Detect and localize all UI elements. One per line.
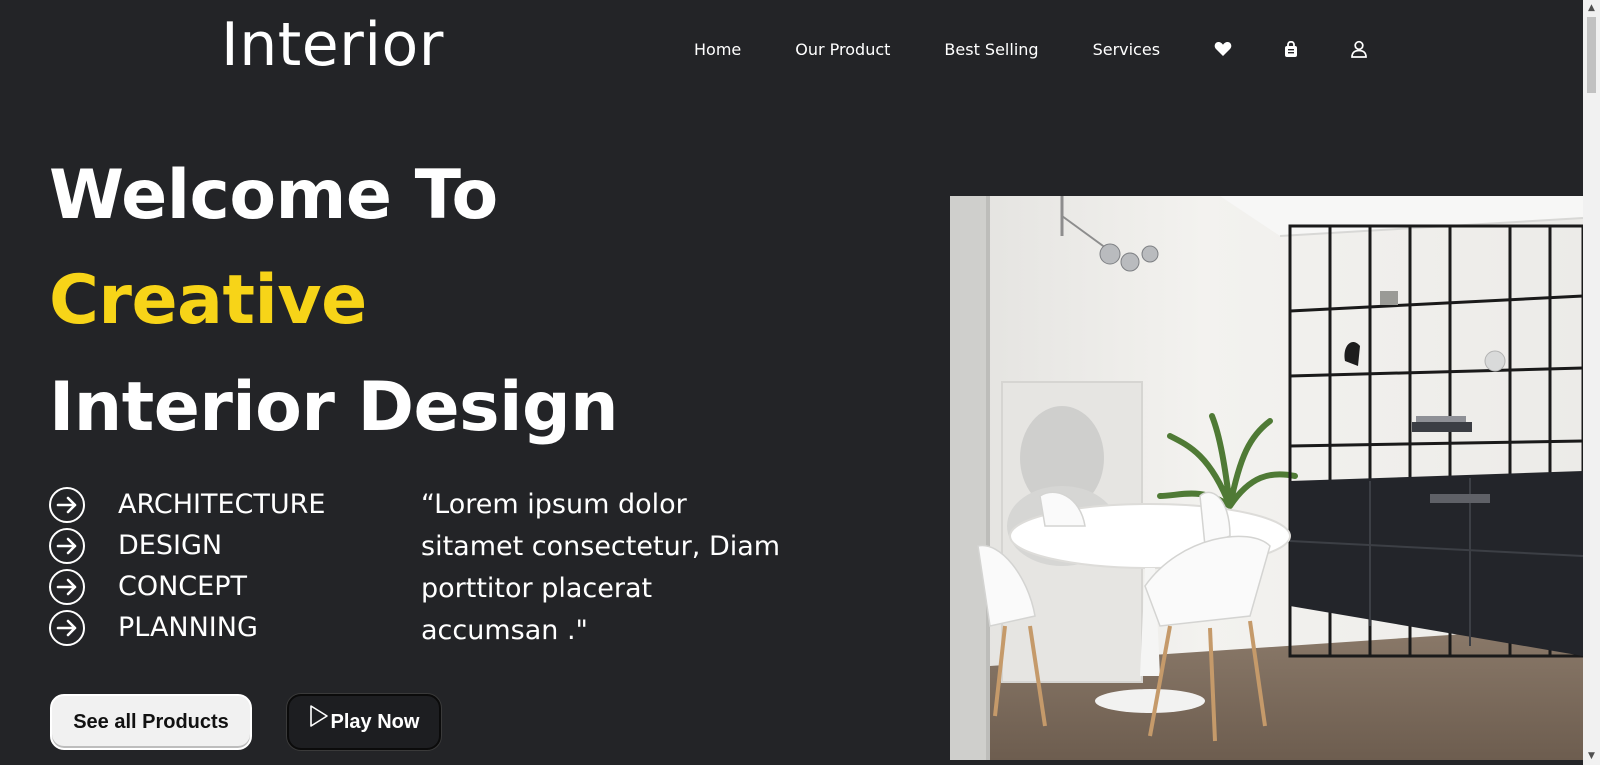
nav-services[interactable]: Services bbox=[1093, 40, 1160, 59]
feature-label: PLANNING bbox=[118, 612, 258, 643]
shopping-bag-icon[interactable] bbox=[1282, 40, 1300, 58]
feature-label: DESIGN bbox=[118, 530, 223, 561]
see-all-products-button[interactable]: See all Products bbox=[50, 694, 252, 750]
interior-photo bbox=[950, 196, 1583, 760]
main-nav: Home Our Product Best Selling Services bbox=[694, 38, 1368, 60]
play-now-button[interactable]: Play Now bbox=[287, 694, 441, 750]
brand-logo[interactable]: Interior bbox=[221, 10, 444, 80]
play-now-label: Play Now bbox=[330, 710, 420, 733]
play-icon bbox=[309, 704, 329, 734]
nav-home[interactable]: Home bbox=[694, 40, 741, 59]
list-item: PLANNING bbox=[49, 607, 325, 648]
hero-title-line-3: Interior Design bbox=[49, 368, 619, 447]
hero-title-line-2: Creative bbox=[49, 261, 367, 340]
nav-our-product[interactable]: Our Product bbox=[795, 40, 890, 59]
features-list: ARCHITECTURE DESIGN CONCEPT PLANNING bbox=[49, 484, 325, 648]
list-item: CONCEPT bbox=[49, 566, 325, 607]
arrow-right-icon bbox=[49, 568, 85, 605]
scroll-down-icon[interactable]: ▼ bbox=[1583, 748, 1600, 765]
heart-icon[interactable] bbox=[1214, 40, 1232, 58]
feature-label: CONCEPT bbox=[118, 571, 247, 602]
list-item: ARCHITECTURE bbox=[49, 484, 325, 525]
scroll-up-icon[interactable]: ▲ bbox=[1583, 0, 1600, 17]
feature-label: ARCHITECTURE bbox=[118, 489, 326, 520]
arrow-right-icon bbox=[49, 527, 85, 564]
arrow-right-icon bbox=[49, 609, 85, 646]
scrollbar-thumb[interactable] bbox=[1587, 17, 1596, 93]
page-scrollbar[interactable]: ▲ ▼ bbox=[1583, 0, 1600, 765]
list-item: DESIGN bbox=[49, 525, 325, 566]
arrow-right-icon bbox=[49, 486, 85, 523]
hero-title-line-1: Welcome To bbox=[49, 156, 498, 235]
hero-quote: “Lorem ipsum dolor sitamet consectetur, … bbox=[421, 489, 781, 646]
nav-best-selling[interactable]: Best Selling bbox=[944, 40, 1038, 59]
user-icon[interactable] bbox=[1350, 40, 1368, 58]
